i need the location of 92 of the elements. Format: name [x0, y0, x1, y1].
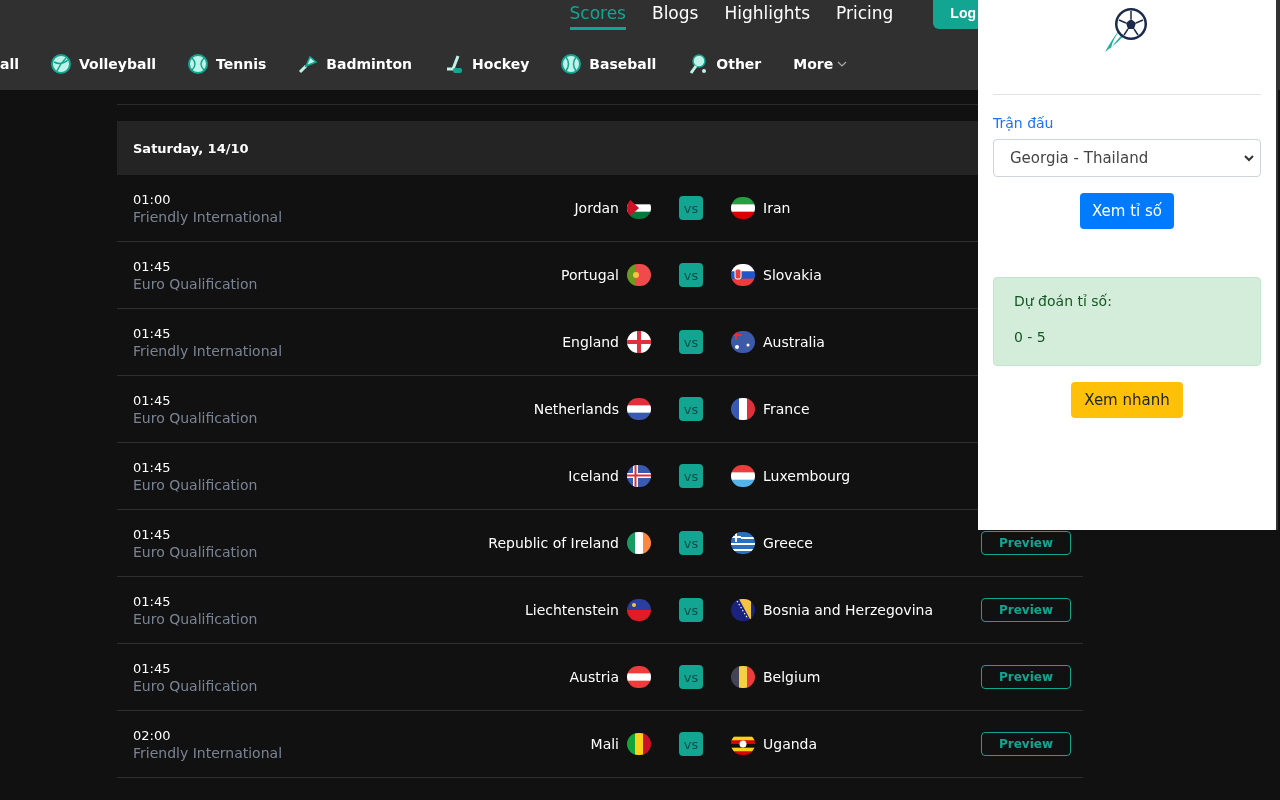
flag-icon: [627, 532, 651, 554]
sport-tab[interactable]: all: [0, 56, 20, 72]
prediction-score: 0 - 5: [1014, 329, 1047, 345]
flag-icon: [627, 264, 651, 286]
competition-name: Euro Qualification: [133, 409, 259, 426]
date-label: Saturday, 14/10: [133, 140, 249, 156]
match-time: 01:45: [133, 392, 172, 408]
team-name: Luxembourg: [762, 468, 852, 484]
team-name: Iran: [762, 200, 792, 216]
match-time: 01:45: [133, 325, 172, 341]
competition-name: Euro Qualification: [133, 610, 259, 627]
view-score-button[interactable]: Xem tỉ số: [1080, 193, 1174, 229]
match-time: 01:00: [133, 191, 172, 207]
team-name: France: [762, 401, 811, 417]
nav-link[interactable]: Scores: [569, 0, 626, 30]
flag-icon: [731, 465, 755, 487]
team-name: Jordan: [574, 200, 620, 216]
tennis-ball-icon: [188, 54, 209, 74]
flag-icon: [731, 264, 755, 286]
nav-link[interactable]: Pricing: [836, 0, 894, 30]
field-label: Trận đấu: [993, 115, 1055, 131]
team-name: Uganda: [762, 736, 819, 752]
competition-name: Euro Qualification: [133, 476, 259, 493]
preview-button[interactable]: Preview: [981, 732, 1071, 756]
flag-icon: [731, 666, 755, 688]
competition-name: Friendly International: [133, 208, 284, 225]
flag-icon: [731, 398, 755, 420]
flag-icon: [731, 331, 755, 353]
vs-badge: vs: [679, 464, 703, 488]
vs-badge: vs: [679, 330, 703, 354]
team-name: Greece: [762, 535, 814, 551]
match-time: 01:45: [133, 526, 172, 542]
nav-link[interactable]: Highlights: [724, 0, 811, 30]
preview-button[interactable]: Preview: [981, 598, 1071, 622]
match-time: 01:45: [133, 593, 172, 609]
sport-tab[interactable]: Badminton: [298, 54, 413, 74]
vs-badge: vs: [679, 531, 703, 555]
chevron-down-icon: [837, 61, 848, 67]
flag-icon: [731, 532, 755, 554]
team-name: Netherlands: [533, 401, 620, 417]
flag-icon: [627, 465, 651, 487]
competition-name: Euro Qualification: [133, 543, 259, 560]
baseball-icon: [561, 54, 582, 74]
sport-tab[interactable]: Baseball: [561, 54, 657, 74]
team-name: Iceland: [568, 468, 620, 484]
vs-badge: vs: [679, 196, 703, 220]
shuttlecock-icon: [298, 54, 319, 74]
vs-badge: vs: [679, 732, 703, 756]
flag-icon: [627, 599, 651, 621]
nav-link[interactable]: Blogs: [652, 0, 699, 30]
team-name: Mali: [590, 736, 620, 752]
sport-tab[interactable]: Tennis: [188, 54, 267, 74]
chevron-down-icon: [1244, 154, 1254, 162]
team-name: Republic of Ireland: [488, 535, 620, 551]
preview-button[interactable]: Preview: [981, 531, 1071, 555]
sport-tab[interactable]: More: [793, 56, 848, 72]
team-name: Portugal: [561, 267, 620, 283]
match-time: 01:45: [133, 258, 172, 274]
flag-icon: [627, 666, 651, 688]
match-dropdown[interactable]: Georgia - Thailand: [993, 139, 1261, 177]
flag-icon: [731, 197, 755, 219]
vs-badge: vs: [679, 598, 703, 622]
sport-tab[interactable]: Other: [688, 54, 762, 74]
flag-icon: [627, 733, 651, 755]
vs-badge: vs: [679, 397, 703, 421]
team-name: Belgium: [762, 669, 822, 685]
flag-icon: [731, 599, 755, 621]
team-name: Australia: [762, 334, 826, 350]
sport-tab[interactable]: Volleyball: [51, 54, 157, 74]
vs-badge: vs: [679, 263, 703, 287]
flag-icon: [627, 331, 651, 353]
preview-button[interactable]: Preview: [981, 665, 1071, 689]
flag-icon: [627, 398, 651, 420]
competition-name: Friendly International: [133, 744, 284, 761]
team-name: Austria: [569, 669, 620, 685]
team-name: Liechtenstein: [525, 602, 620, 618]
team-name: Bosnia and Herzegovina: [762, 602, 934, 618]
hockey-stick-icon: [444, 54, 465, 74]
competition-name: Euro Qualification: [133, 275, 259, 292]
team-name: England: [562, 334, 620, 350]
competition-name: Euro Qualification: [133, 677, 259, 694]
match-time: 01:45: [133, 660, 172, 676]
quick-view-button[interactable]: Xem nhanh: [1071, 382, 1183, 418]
sport-tab[interactable]: Hockey: [444, 54, 530, 74]
vs-badge: vs: [679, 665, 703, 689]
volleyball-icon: [51, 54, 72, 74]
match-time: 01:45: [133, 459, 172, 475]
match-time: 02:00: [133, 727, 172, 743]
competition-name: Friendly International: [133, 342, 284, 359]
prediction-title: Dự đoán tỉ số:: [1014, 293, 1113, 309]
ping-pong-paddle-icon: [688, 54, 709, 74]
team-name: Slovakia: [762, 267, 823, 283]
